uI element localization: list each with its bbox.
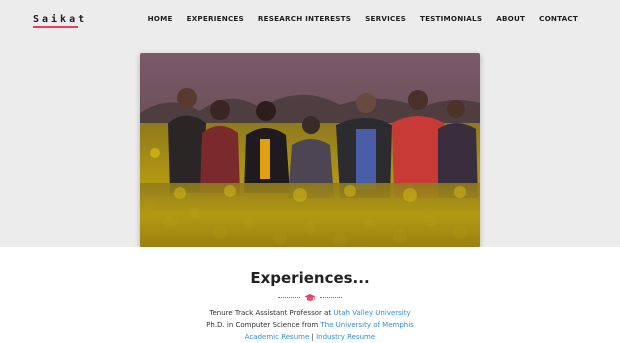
- experience-line-2: Ph.D. in Computer Science from The Unive…: [0, 319, 620, 331]
- position-text: Tenure Track Assistant Professor at: [209, 309, 332, 317]
- brand-name[interactable]: Saikat: [33, 14, 87, 25]
- hero-group-photo: [140, 53, 480, 247]
- section-divider: [278, 293, 342, 303]
- resume-separator: |: [311, 333, 314, 341]
- utah-valley-link[interactable]: Utah Valley University: [333, 309, 410, 317]
- nav-contact[interactable]: CONTACT: [539, 14, 578, 23]
- main-nav: HOME EXPERIENCES RESEARCH INTERESTS SERV…: [148, 14, 578, 23]
- nav-services[interactable]: SERVICES: [365, 14, 406, 23]
- section-title: Experiences...: [250, 269, 370, 287]
- brand-underline: [33, 26, 78, 28]
- nav-about[interactable]: ABOUT: [496, 14, 525, 23]
- nav-research-interests[interactable]: RESEARCH INTERESTS: [258, 14, 351, 23]
- resume-links: Academic Resume | Industry Resume: [0, 331, 620, 343]
- academic-resume-link[interactable]: Academic Resume: [245, 333, 309, 341]
- experiences-section: Experiences... Tenure Track Assistant Pr…: [0, 247, 620, 343]
- brand-logo[interactable]: Saikat: [33, 14, 87, 28]
- hero-section: Saikat HOME EXPERIENCES RESEARCH INTERES…: [0, 0, 620, 247]
- experience-line-1: Tenure Track Assistant Professor at Utah…: [0, 307, 620, 319]
- industry-resume-link[interactable]: Industry Resume: [316, 333, 375, 341]
- experience-lines: Tenure Track Assistant Professor at Utah…: [0, 307, 620, 343]
- divider-dots-left: [278, 297, 300, 298]
- nav-home[interactable]: HOME: [148, 14, 173, 23]
- divider-dots-right: [320, 297, 342, 298]
- graduation-cap-icon: [304, 294, 316, 301]
- nav-testimonials[interactable]: TESTIMONIALS: [420, 14, 482, 23]
- nav-experiences[interactable]: EXPERIENCES: [187, 14, 244, 23]
- memphis-link[interactable]: The University of Memphis: [320, 321, 413, 329]
- phd-text: Ph.D. in Computer Science from: [206, 321, 319, 329]
